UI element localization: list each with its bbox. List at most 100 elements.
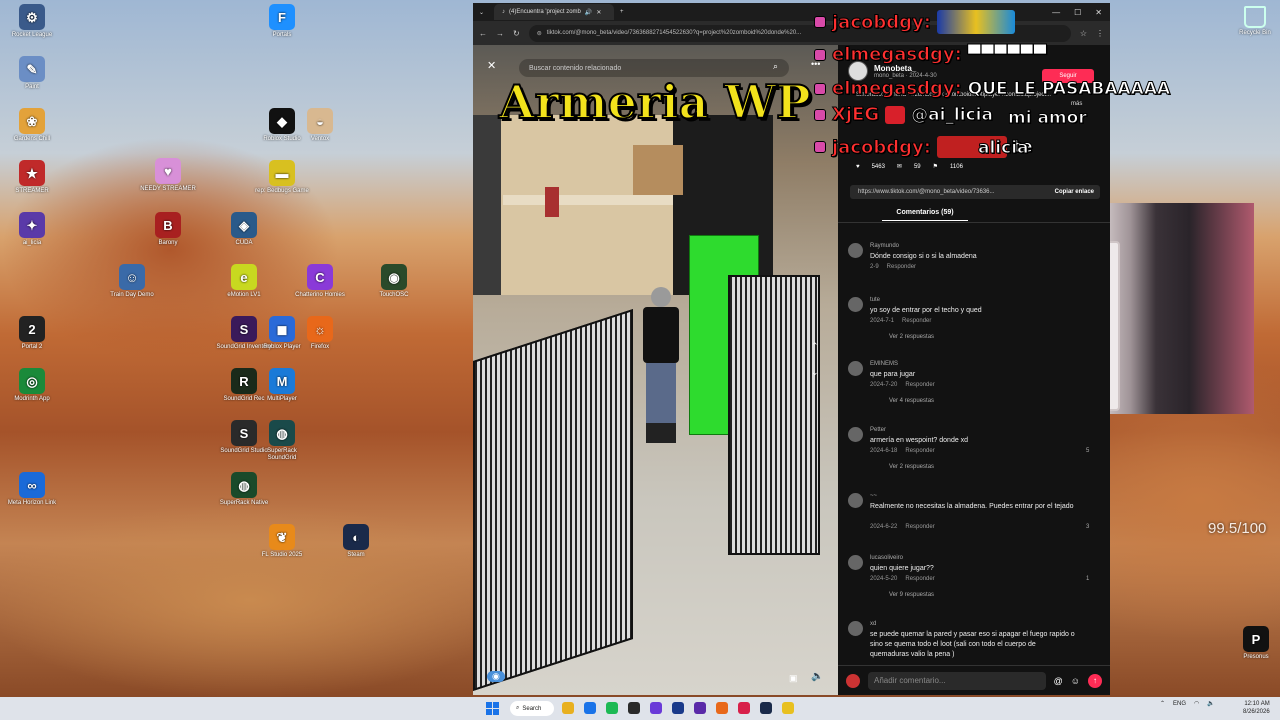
desktop-icon-23[interactable]: M MultiPlayer: [254, 368, 310, 403]
view-replies-button[interactable]: Ver 9 respuestas: [889, 592, 934, 598]
taskbar-app-icon[interactable]: [584, 702, 596, 714]
forward-icon[interactable]: →: [496, 29, 504, 38]
desktop-icon-9[interactable]: B Barony: [140, 212, 196, 247]
emoji-icon[interactable]: ☺: [1071, 676, 1080, 686]
copy-link-button[interactable]: Copiar enlace: [1055, 189, 1100, 195]
taskbar-app-icon[interactable]: [672, 702, 684, 714]
desktop-icon-8[interactable]: ♥ NEEDY STREAMER: [140, 158, 196, 193]
comment-text: que para jugar: [870, 371, 916, 378]
comment-username[interactable]: xd: [870, 621, 876, 627]
taskbar-app-icon[interactable]: [562, 702, 574, 714]
view-replies-button[interactable]: Ver 4 respuestas: [889, 398, 934, 404]
comment-avatar[interactable]: [848, 297, 863, 312]
new-tab-icon[interactable]: +: [620, 9, 624, 15]
reply-button[interactable]: Responder: [887, 264, 916, 270]
tab-list-icon[interactable]: ⌄: [479, 9, 484, 16]
taskbar-app-icon[interactable]: [782, 702, 794, 714]
comment-username[interactable]: Petter: [870, 427, 886, 433]
tray-chevron-icon[interactable]: ⌃: [1160, 700, 1165, 707]
taskbar-app-icon[interactable]: [694, 702, 706, 714]
search-icon[interactable]: ⌕: [773, 61, 778, 72]
comment-avatar[interactable]: [848, 361, 863, 376]
view-replies-button[interactable]: Ver 2 respuestas: [889, 464, 934, 470]
site-info-icon[interactable]: ⊜: [537, 30, 542, 37]
comment-input[interactable]: Añadir comentario...: [868, 671, 1046, 690]
autoscroll-toggle-icon[interactable]: ◉: [487, 671, 505, 682]
desktop-icon-18[interactable]: ◉ TouchOSC: [366, 264, 422, 299]
taskbar-app-icon[interactable]: [606, 702, 618, 714]
mention-icon[interactable]: @: [1054, 676, 1063, 686]
comment-like-count[interactable]: 5: [1086, 448, 1089, 454]
comment-text: armería en wespoint? donde xd: [870, 437, 969, 444]
taskbar-app-icon[interactable]: [628, 702, 640, 714]
reply-button[interactable]: Responder: [905, 524, 934, 530]
scroll-down-icon[interactable]: ⌄: [811, 367, 819, 378]
comment-username[interactable]: ~~: [870, 493, 877, 499]
comment-avatar[interactable]: [848, 427, 863, 442]
desktop-icon-16[interactable]: e eMotion LV1: [216, 264, 272, 299]
desktop-icon-1[interactable]: ✎ Paint: [4, 56, 60, 91]
wifi-icon[interactable]: ◠: [1194, 700, 1199, 707]
taskbar-search[interactable]: ⌕ Search: [510, 701, 554, 716]
taskbar-app-icon[interactable]: [716, 702, 728, 714]
comment-username[interactable]: lucasoliveiro: [870, 555, 903, 561]
scroll-up-icon[interactable]: ⌃: [811, 341, 819, 352]
tab-close-icon[interactable]: ✕: [596, 9, 601, 16]
desktop-icon-25[interactable]: ◍ SuperRack SoundGrid: [254, 420, 310, 462]
desktop-icon-4[interactable]: ✦ ai_licia: [4, 212, 60, 247]
desktop-icon-2[interactable]: ❀ Gardens Chill: [4, 108, 60, 143]
comment-like-count[interactable]: 3: [1086, 524, 1089, 530]
desktop-icon-3[interactable]: ★ STREAMER: [4, 160, 60, 195]
reply-button[interactable]: Responder: [905, 448, 934, 454]
share-link[interactable]: https://www.tiktok.com/@mono_beta/video/…: [858, 189, 995, 195]
reply-button[interactable]: Responder: [902, 318, 931, 324]
taskbar-app-icon[interactable]: [738, 702, 750, 714]
desktop-icon-28[interactable]: ◐ Steam: [328, 524, 384, 559]
tray-lang[interactable]: ENG: [1173, 701, 1186, 707]
back-icon[interactable]: ←: [479, 29, 487, 38]
reply-button[interactable]: Responder: [905, 382, 934, 388]
start-button-icon[interactable]: [486, 702, 499, 715]
taskbar-app-icon[interactable]: [760, 702, 772, 714]
comment-username[interactable]: tute: [870, 297, 880, 303]
reply-button[interactable]: Responder: [905, 576, 934, 582]
comment-avatar[interactable]: [848, 621, 863, 636]
taskbar-clock[interactable]: 12:10 AM 8/26/2026: [1243, 700, 1270, 716]
comment-username[interactable]: Raymundo: [870, 243, 899, 249]
close-video-icon[interactable]: ✕: [487, 59, 496, 72]
desktop-icon-11[interactable]: F Portals: [254, 4, 310, 39]
desktop-icon-13[interactable]: ◒ Ventox: [292, 108, 348, 143]
desktop-icon-21[interactable]: ☼ Firefox: [292, 316, 348, 351]
desktop-icon-17[interactable]: C Chatterino Homies: [292, 264, 348, 299]
pip-icon[interactable]: ▣: [789, 673, 798, 684]
app-icon: B: [155, 212, 181, 238]
browser-tab[interactable]: ♪ (4)Encuentra 'project zomb 🔊 ✕: [494, 4, 615, 20]
send-icon[interactable]: ↑: [1088, 673, 1102, 688]
user-avatar[interactable]: [846, 673, 860, 688]
desktop-icon-6[interactable]: ◎ Modrinth App: [4, 368, 60, 403]
comment-like-count[interactable]: 1: [1086, 576, 1089, 582]
chat-text: QUE LE PASABAAAAA: [967, 78, 1171, 99]
reload-icon[interactable]: ↻: [513, 29, 520, 38]
tab-audio-icon[interactable]: 🔊: [585, 9, 592, 16]
video-player[interactable]: Buscar contenido relacionado ✕ ⌕ ••• Arm…: [473, 45, 838, 695]
taskbar-app-icon[interactable]: [650, 702, 662, 714]
recycle-bin[interactable]: Recycle Bin: [1232, 6, 1278, 36]
desktop-icon-15[interactable]: ◈ CUDA: [216, 212, 272, 247]
desktop-icon-14[interactable]: ▬ rep: Bedbugs Game: [254, 160, 310, 195]
desktop-icon-29[interactable]: P Presonus: [1228, 626, 1280, 661]
tab-comments[interactable]: Comentarios (59): [882, 209, 968, 221]
desktop-icon-10[interactable]: ☺ Train Day Demo: [104, 264, 160, 299]
desktop-icon-0[interactable]: ⚙ Rocket League: [4, 4, 60, 39]
view-replies-button[interactable]: Ver 2 respuestas: [889, 334, 934, 340]
comment-avatar[interactable]: [848, 493, 863, 508]
desktop-icon-27[interactable]: ❦ FL Studio 2025: [254, 524, 310, 559]
volume-icon[interactable]: 🔈: [811, 671, 823, 682]
desktop-icon-5[interactable]: 2 Portal 2: [4, 316, 60, 351]
desktop-icon-7[interactable]: ∞ Meta Horizon Link: [4, 472, 60, 507]
comment-avatar[interactable]: [848, 555, 863, 570]
comment-username[interactable]: EMINEMS: [870, 361, 898, 367]
speaker-icon[interactable]: 🔈: [1207, 700, 1214, 707]
comment-avatar[interactable]: [848, 243, 863, 258]
desktop-icon-26[interactable]: ◍ SuperRack Native: [216, 472, 272, 507]
